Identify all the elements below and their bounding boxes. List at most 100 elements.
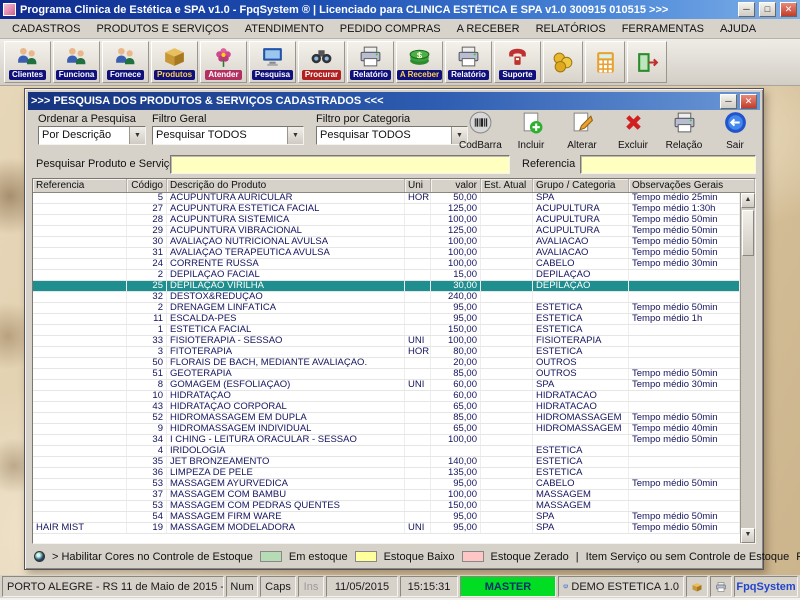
table-row[interactable]: 54MASSAGEM FIRM WARE95,00SPATempo médio … xyxy=(33,512,740,523)
cell-obs: Tempo médio 25min xyxy=(629,193,740,203)
toolbar-button-relatorio[interactable]: Relatório xyxy=(347,41,394,83)
table-row[interactable]: 50FLORAIS DE BACH, MEDIANTE AVALIAÇÃO.20… xyxy=(33,358,740,369)
general-filter-dropdown[interactable]: Pesquisar TODOS ▼ xyxy=(152,126,304,145)
search-window: >>> PESQUISA DOS PRODUTOS & SERVIÇOS CAD… xyxy=(24,88,764,570)
table-row[interactable]: 35JET BRONZEAMENTO140,00ESTETICA xyxy=(33,457,740,468)
menu-item-ferramentas[interactable]: FERRAMENTAS xyxy=(614,20,712,38)
reference-label: Referencia xyxy=(522,158,575,170)
toolbar-button-a-receber[interactable]: A Receber xyxy=(396,41,443,83)
table-row[interactable]: 8GOMAGEM (ESFOLIAÇÃO)UNI60,00SPATempo mé… xyxy=(33,380,740,391)
table-row[interactable]: 32DESTOX&REDUÇÃO240,00 xyxy=(33,292,740,303)
menu-item-pedido-compras[interactable]: PEDIDO COMPRAS xyxy=(332,20,449,38)
toolbar-button-coins-icon[interactable] xyxy=(543,41,583,83)
column-header-code[interactable]: Código xyxy=(127,179,167,192)
table-row[interactable]: 1ESTÉTICA FACIAL150,00ESTETICA xyxy=(33,325,740,336)
reference-input[interactable] xyxy=(580,155,756,174)
table-row[interactable]: 24CORRENTE RUSSA100,00CABELOTempo médio … xyxy=(33,259,740,270)
toolbar-button-relatorio[interactable]: Relatório xyxy=(445,41,492,83)
scroll-up-icon[interactable]: ▲ xyxy=(741,193,755,208)
table-row[interactable]: 3FITOTERAPIAHOR80,00ESTETICA xyxy=(33,347,740,358)
scrollbar-thumb[interactable] xyxy=(742,210,754,256)
toolbar-button-atender[interactable]: Atender xyxy=(200,41,247,83)
excluir-button[interactable]: Excluir xyxy=(612,110,654,151)
scroll-down-icon[interactable]: ▼ xyxy=(741,528,755,543)
table-row[interactable]: 52HIDROMASSAGEM EM DUPLA85,00HIDROMASSAG… xyxy=(33,413,740,424)
maximize-button[interactable]: □ xyxy=(759,2,776,17)
table-row[interactable]: 34I CHING - LEITURA ORACULAR - SESSÃO100… xyxy=(33,435,740,446)
minimize-button[interactable]: ─ xyxy=(738,2,755,17)
alterar-button[interactable]: Alterar xyxy=(561,110,603,151)
table-row[interactable]: 27ACUPUNTURA ESTÉTICA FACIAL125,00ACUPUL… xyxy=(33,204,740,215)
search-window-close-button[interactable]: ✕ xyxy=(740,94,757,109)
table-row[interactable]: 28ACUPUNTURA SISTÊMICA100,00ACUPULTURATe… xyxy=(33,215,740,226)
table-row[interactable]: 36LIMPEZA DE PELE135,00ESTETICA xyxy=(33,468,740,479)
table-row[interactable]: 53MASSAGEM AYURVÉDICA95,00CABELOTempo mé… xyxy=(33,479,740,490)
toolbar-button-funciona[interactable]: Funciona xyxy=(53,41,100,83)
table-row[interactable]: 11ESCALDA-PÉS95,00ESTETICATempo médio 1h xyxy=(33,314,740,325)
toolbar-button-procurar[interactable]: Procurar xyxy=(298,41,345,83)
menu-item-atendimento[interactable]: ATENDIMENTO xyxy=(237,20,332,38)
table-row[interactable]: 51GEOTERAPIA85,00OUTROSTempo médio 50min xyxy=(33,369,740,380)
toolbar-button-produtos[interactable]: Produtos xyxy=(151,41,198,83)
column-header-ref[interactable]: Referencia xyxy=(33,179,127,192)
column-header-obs[interactable]: Observações Gerais xyxy=(629,179,755,192)
cell-obs: Tempo médio 50min xyxy=(629,248,740,258)
cell-uni xyxy=(405,468,431,478)
toolbar-button-calculator-icon[interactable] xyxy=(585,41,625,83)
order-filter-dropdown[interactable]: Por Descrição ▼ xyxy=(38,126,146,145)
status-panel-box[interactable] xyxy=(686,576,708,597)
menu-item-relatorios[interactable]: RELATÓRIOS xyxy=(528,20,614,38)
table-row[interactable]: 5ACUPUNTURA AURICULARHOR50,00SPATempo mé… xyxy=(33,193,740,204)
column-header-desc[interactable]: Descrição do Produto xyxy=(167,179,405,192)
table-row[interactable]: 9HIDROMASSAGEM INDIVIDUAL65,00HIDROMASSA… xyxy=(33,424,740,435)
toolbar-button-fornece[interactable]: Fornece xyxy=(102,41,149,83)
table-row[interactable]: 2DEPILAÇÃO FACIAL15,00DEPILAÇÃO xyxy=(33,270,740,281)
table-row[interactable]: HAIR MIST19MASSAGEM MODELADORAUNI95,00SP… xyxy=(33,523,740,534)
menu-item-ajuda[interactable]: AJUDA xyxy=(712,20,764,38)
relacao-button[interactable]: Relação xyxy=(663,110,705,151)
back-icon xyxy=(723,110,748,135)
chevron-down-icon[interactable]: ▼ xyxy=(287,127,303,144)
vertical-scrollbar[interactable]: ▲ ▼ xyxy=(740,193,755,543)
cell-uni: HOR xyxy=(405,193,431,203)
menu-item-produtos-e-servicos[interactable]: PRODUTOS E SERVIÇOS xyxy=(88,20,236,38)
close-button[interactable]: ✕ xyxy=(780,2,797,17)
codbarra-button[interactable]: CodBarra xyxy=(459,110,501,151)
menu-item-cadastros[interactable]: CADASTROS xyxy=(4,20,88,38)
table-row[interactable]: 53MASSAGEM COM PEDRAS QUENTES150,00MASSA… xyxy=(33,501,740,512)
status-panel-report[interactable] xyxy=(710,576,732,597)
column-header-est[interactable]: Est. Atual xyxy=(481,179,533,192)
cell-uni xyxy=(405,215,431,225)
category-filter-dropdown[interactable]: Pesquisar TODOS ▼ xyxy=(316,126,468,145)
toolbar-button-clientes[interactable]: Clientes xyxy=(4,41,51,83)
table-row-selected[interactable]: 25DEPILAÇÃO VIRILHA30,00DEPILAÇÃO xyxy=(33,281,740,292)
menu-item-a-receber[interactable]: A RECEBER xyxy=(449,20,528,38)
toolbar-button-exit-icon[interactable] xyxy=(627,41,667,83)
table-row[interactable]: 30AVALIAÇÃO NUTRICIONAL AVULSA100,00AVAL… xyxy=(33,237,740,248)
chevron-down-icon[interactable]: ▼ xyxy=(129,127,145,144)
search-window-minimize-button[interactable]: ─ xyxy=(720,94,737,109)
table-row[interactable]: 43HIDRATAÇÃO CORPORAL65,00HIDRATACAO xyxy=(33,402,740,413)
column-header-uni[interactable]: Uni xyxy=(405,179,431,192)
table-row[interactable]: 29ACUPUNTURA VIBRACIONAL125,00ACUPULTURA… xyxy=(33,226,740,237)
general-filter-label: Filtro Geral xyxy=(152,113,206,125)
cell-desc: ESTÉTICA FACIAL xyxy=(167,325,405,335)
toolbar-button-pesquisa[interactable]: Pesquisa xyxy=(249,41,296,83)
cell-grupo: MASSAGEM xyxy=(533,501,629,511)
toolbar-button-suporte[interactable]: Suporte xyxy=(494,41,541,83)
table-row[interactable]: 10HIDRATAÇÃO60,00HIDRATACAO xyxy=(33,391,740,402)
product-search-input[interactable] xyxy=(170,155,510,174)
staff-icon xyxy=(64,44,89,69)
enable-colors-radio[interactable] xyxy=(34,551,45,562)
column-header-valor[interactable]: valor xyxy=(431,179,481,192)
column-header-grupo[interactable]: Grupo / Categoria xyxy=(533,179,629,192)
incluir-button[interactable]: Incluir xyxy=(510,110,552,151)
cell-uni xyxy=(405,303,431,313)
in-stock-swatch xyxy=(260,551,282,562)
table-row[interactable]: 37MASSAGEM COM BAMBU100,00MASSAGEM xyxy=(33,490,740,501)
table-row[interactable]: 2DRENAGEM LINFÁTICA95,00ESTETICATempo mé… xyxy=(33,303,740,314)
table-row[interactable]: 4IRIDOLOGIAESTETICA xyxy=(33,446,740,457)
sair-button[interactable]: Sair xyxy=(714,110,756,151)
table-row[interactable]: 33FISIOTERAPIA - SESSÃOUNI100,00FISIOTER… xyxy=(33,336,740,347)
table-row[interactable]: 31AVALIAÇÃO TERAPÊUTICA AVULSA100,00AVAL… xyxy=(33,248,740,259)
